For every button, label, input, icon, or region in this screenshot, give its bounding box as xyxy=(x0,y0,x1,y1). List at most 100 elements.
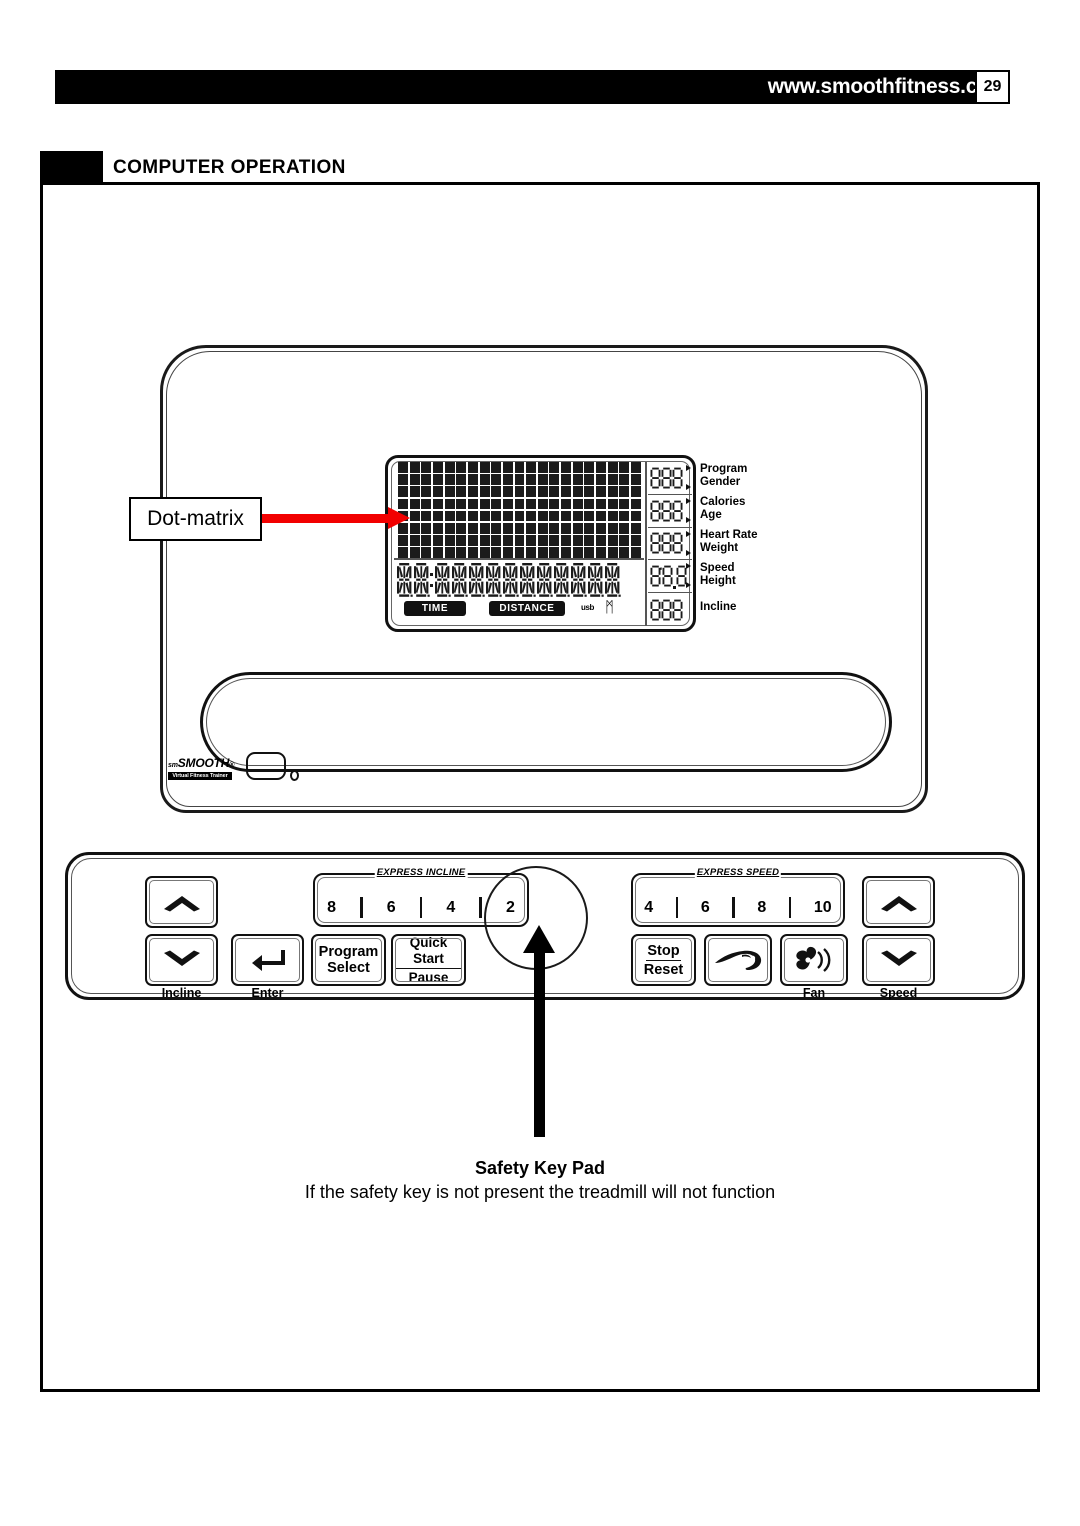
dot-matrix-pixel xyxy=(596,462,607,473)
bluetooth-icon: ᛗ xyxy=(605,599,615,616)
dot-matrix-pixel xyxy=(596,535,607,546)
dot-matrix-pixel xyxy=(491,535,502,546)
alphanumeric-char xyxy=(396,562,413,598)
dot-matrix-pixel xyxy=(514,510,525,522)
program-select-button[interactable]: Program Select xyxy=(311,934,386,986)
seven-segment-digit xyxy=(650,532,661,554)
dot-matrix-grid xyxy=(398,462,641,558)
dot-matrix-pixel xyxy=(619,510,630,522)
seven-segment-digit xyxy=(661,500,672,522)
dot-matrix-pixel xyxy=(502,510,513,522)
lcd-vertical-divider xyxy=(645,462,647,626)
dot-matrix-pixel xyxy=(432,498,443,510)
dot-matrix-pixel xyxy=(467,523,478,534)
dot-matrix-pixel xyxy=(491,547,502,558)
dot-matrix-pixel xyxy=(584,547,595,558)
express-value-4[interactable]: 4 xyxy=(446,899,455,917)
readout-row: ' xyxy=(648,560,692,594)
dot-matrix-pixel xyxy=(409,474,420,485)
readout-label-group: Incline xyxy=(700,591,810,624)
button-bevel xyxy=(708,938,768,982)
dot-matrix-pixel xyxy=(502,535,513,546)
seven-segment-digit xyxy=(672,467,683,489)
dot-matrix-pixel xyxy=(502,498,513,510)
dot-matrix-pixel xyxy=(398,535,408,546)
express-value-10[interactable]: 10 xyxy=(814,899,832,917)
dot-matrix-pixel xyxy=(607,498,618,510)
dot-matrix-pixel xyxy=(491,474,502,485)
dot-matrix-pixel xyxy=(514,498,525,510)
dot-matrix-pixel xyxy=(456,498,467,510)
readout-arrow-group xyxy=(686,530,691,556)
dot-matrix-pixel xyxy=(432,474,443,485)
dot-matrix-pixel xyxy=(526,547,537,558)
dot-matrix-pixel xyxy=(467,474,478,485)
dot-matrix-pixel xyxy=(537,523,548,534)
express-value-6[interactable]: 6 xyxy=(387,899,396,917)
quick-start-button[interactable]: Quick Start Pause xyxy=(391,934,466,986)
dot-matrix-pixel xyxy=(444,547,455,558)
dot-matrix-pixel xyxy=(432,486,443,497)
incline-down-button[interactable] xyxy=(145,934,218,986)
alphanumeric-char xyxy=(519,562,536,598)
dot-matrix-pixel xyxy=(479,462,490,473)
dot-matrix-pixel xyxy=(479,498,490,510)
alphanumeric-char xyxy=(502,562,519,598)
runner-button[interactable] xyxy=(704,934,772,986)
caption-title: Safety Key Pad xyxy=(474,1158,606,1178)
express-value-8[interactable]: 8 xyxy=(327,899,336,917)
dot-matrix-pixel xyxy=(596,486,607,497)
enter-button[interactable] xyxy=(231,934,304,986)
dot-matrix-pixel xyxy=(444,523,455,534)
dot-matrix-pixel xyxy=(491,486,502,497)
dot-matrix-pixel xyxy=(432,547,443,558)
dot-matrix-pixel xyxy=(479,510,490,522)
dot-matrix-pixel xyxy=(631,462,641,473)
express-value-8[interactable]: 8 xyxy=(757,899,766,917)
button-bevel xyxy=(866,938,931,982)
triangle-pointer-icon xyxy=(686,484,691,490)
dot-matrix-pixel xyxy=(502,486,513,497)
seven-segment-digit xyxy=(661,599,672,621)
dot-matrix-pixel xyxy=(607,462,618,473)
fan-button[interactable] xyxy=(780,934,848,986)
dot-matrix-pixel xyxy=(526,498,537,510)
express-speed-values[interactable]: 4 6 8 10 xyxy=(633,897,843,918)
dot-matrix-pixel xyxy=(596,523,607,534)
seven-segment-digit xyxy=(672,500,683,522)
safety-key-slot xyxy=(246,752,286,780)
page-title: COMPUTER OPERATION xyxy=(113,157,346,178)
speed-down-button[interactable] xyxy=(862,934,935,986)
incline-up-button[interactable] xyxy=(145,876,218,928)
dot-matrix-pixel xyxy=(444,498,455,510)
alphanumeric-char xyxy=(553,562,570,598)
seven-segment-digit xyxy=(662,565,673,587)
time-indicator: TIME xyxy=(404,601,466,616)
triangle-pointer-icon xyxy=(686,465,691,471)
express-separator xyxy=(419,897,423,918)
dot-matrix-pixel xyxy=(432,523,443,534)
dot-matrix-pixel xyxy=(491,498,502,510)
speed-up-button[interactable] xyxy=(862,876,935,928)
express-speed-bar[interactable]: EXPRESS SPEED 4 6 8 10 xyxy=(631,867,845,927)
dot-matrix-pixel xyxy=(584,486,595,497)
express-value-6[interactable]: 6 xyxy=(701,899,710,917)
dot-matrix-pixel xyxy=(549,462,560,473)
seven-segment-digit xyxy=(650,467,661,489)
dot-matrix-pixel xyxy=(514,535,525,546)
dot-matrix-pixel xyxy=(549,547,560,558)
readout-label: Gender xyxy=(700,476,741,489)
readout-row xyxy=(648,462,692,495)
dot-matrix-pixel xyxy=(572,486,583,497)
dot-matrix-pixel xyxy=(421,498,432,510)
smooth-logo: smSMOOTH® Virtual Fitness Trainer xyxy=(168,757,240,781)
callout-arrow-line xyxy=(262,514,392,523)
express-value-4[interactable]: 4 xyxy=(644,899,653,917)
dot-matrix-pixel xyxy=(398,474,408,485)
dot-matrix-pixel xyxy=(432,462,443,473)
dot-matrix-pixel xyxy=(607,523,618,534)
dot-matrix-pixel xyxy=(537,498,548,510)
stop-reset-button[interactable]: Stop Reset xyxy=(631,934,696,986)
dot-matrix-pixel xyxy=(456,510,467,522)
dot-matrix-pixel xyxy=(572,510,583,522)
